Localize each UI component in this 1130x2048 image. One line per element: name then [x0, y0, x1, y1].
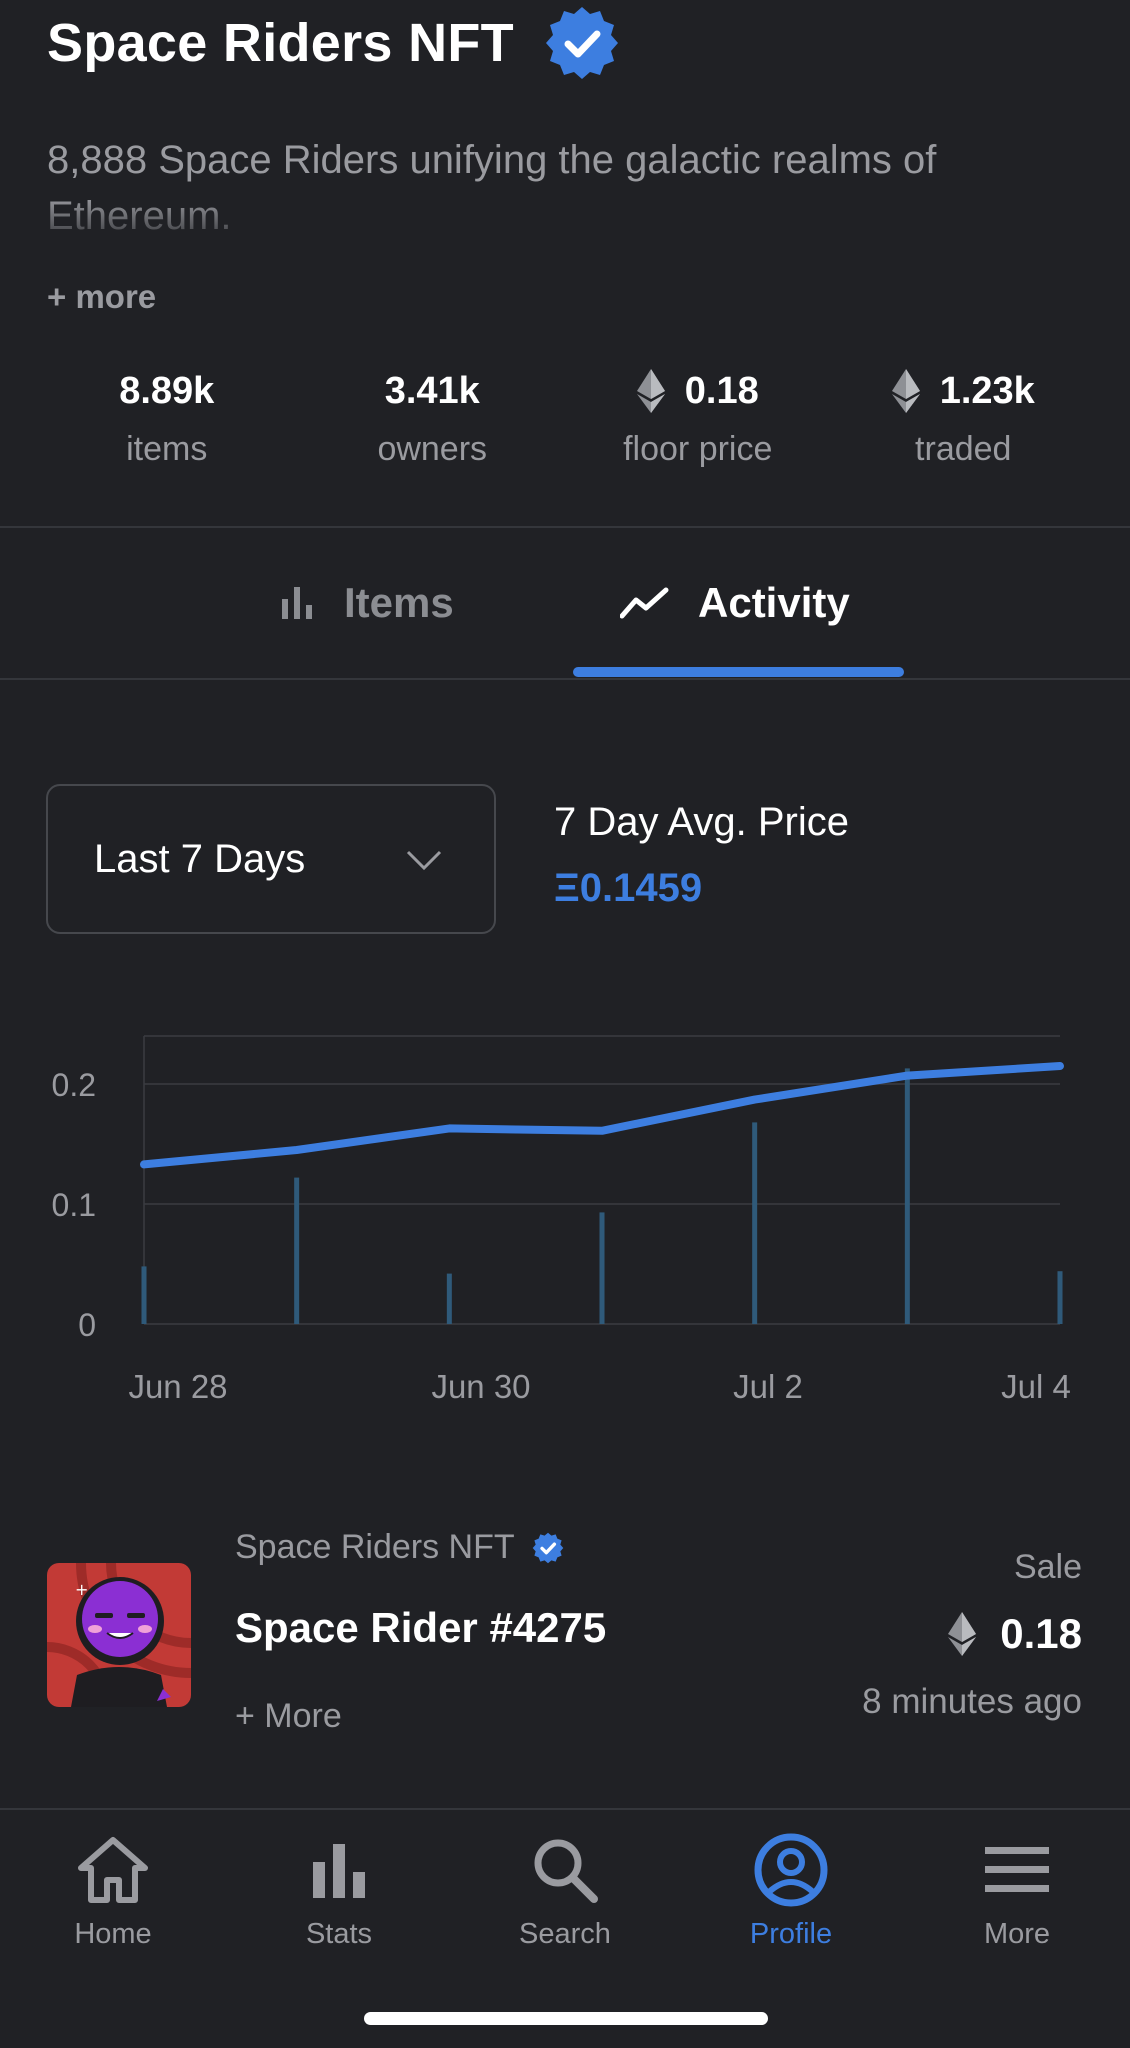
nav-home[interactable]: Home: [0, 1830, 226, 1951]
stat-label: items: [126, 430, 208, 468]
volume-bar: [446, 1273, 452, 1324]
time-range-select[interactable]: Last 7 Days: [46, 784, 496, 934]
stat-value: 3.41k: [384, 369, 480, 412]
volume-bar: [141, 1266, 147, 1324]
stat-label: owners: [377, 430, 488, 468]
stat-value: 1.23k: [891, 366, 1035, 416]
y-tick-label: 0.2: [52, 1067, 96, 1103]
home-icon: [78, 1837, 148, 1903]
x-tick-label: Jun 30: [431, 1368, 530, 1405]
trend-line-icon: [620, 587, 669, 619]
nav-label: Stats: [305, 1918, 373, 1950]
more-description-link[interactable]: + more: [47, 278, 156, 316]
nav-label: Home: [74, 1918, 152, 1950]
nav-label: Search: [519, 1918, 611, 1950]
verified-badge-icon: [545, 7, 618, 79]
svg-text:+: +: [75, 1580, 88, 1599]
page-title: Space Riders NFT: [47, 13, 514, 73]
y-tick-label: 0: [78, 1307, 96, 1343]
stat-value: 0.18: [636, 366, 759, 416]
home-indicator: [364, 2012, 768, 2025]
x-tick-label: Jul 2: [733, 1368, 803, 1405]
space-rider-image: +: [47, 1563, 191, 1707]
nft-thumbnail[interactable]: +: [47, 1563, 191, 1707]
search-icon: [534, 1839, 598, 1903]
nav-profile[interactable]: Profile: [678, 1830, 904, 1951]
collection-stats: 8.89k items 3.41k owners 0.18 floor pric…: [34, 366, 1096, 476]
volume-bar: [1057, 1271, 1063, 1324]
price-chart: 0.2 0.1 0 Jun 28 Jun 30 Jul 2 Jul 4: [52, 1035, 1071, 1405]
avg-price-label: 7 Day Avg. Price: [554, 800, 849, 844]
time-range-value: Last 7 Days: [94, 836, 306, 881]
volume-bar: [599, 1212, 605, 1324]
activity-collection[interactable]: Space Riders NFT: [235, 1528, 565, 1567]
activity-time: 8 minutes ago: [862, 1682, 1082, 1721]
profile-icon: [754, 1833, 828, 1907]
ethereum-icon: [636, 369, 665, 413]
stat-label: floor price: [623, 430, 773, 468]
activity-price: 0.18: [948, 1610, 1082, 1658]
volume-bar: [294, 1177, 300, 1324]
divider: [0, 678, 1130, 680]
activity-more-link[interactable]: + More: [235, 1697, 342, 1736]
price-line: [140, 1062, 1064, 1169]
volume-bar: [752, 1122, 758, 1324]
x-tick-label: Jul 4: [1001, 1368, 1071, 1405]
stat-floor-price: 0.18 floor price: [565, 366, 831, 476]
stat-label: traded: [915, 430, 1012, 468]
ethereum-icon: [891, 369, 920, 413]
ethereum-icon: [948, 1612, 977, 1656]
avg-price-value: Ξ0.1459: [554, 866, 703, 910]
tab-activity[interactable]: Activity: [620, 570, 850, 636]
collection-header: Space Riders NFT: [47, 7, 622, 79]
stat-items: 8.89k items: [34, 366, 300, 476]
activity-item-name[interactable]: Space Rider #4275: [235, 1604, 606, 1652]
volume-bar: [904, 1068, 910, 1324]
nav-label: More: [983, 1918, 1051, 1950]
collection-description: 8,888 Space Riders unifying the galactic…: [47, 138, 937, 238]
stats-icon: [313, 1844, 365, 1898]
stat-value: 8.89k: [119, 369, 215, 412]
nav-more[interactable]: More: [904, 1830, 1130, 1951]
bar-chart-icon: [282, 587, 312, 619]
divider: [0, 526, 1130, 528]
menu-icon: [985, 1847, 1049, 1892]
active-tab-indicator: [573, 667, 904, 677]
nav-search[interactable]: Search: [452, 1830, 678, 1951]
y-tick-label: 0.1: [52, 1187, 96, 1223]
nav-stats[interactable]: Stats: [226, 1830, 452, 1951]
verified-badge-icon: [532, 1532, 563, 1563]
chevron-down-icon: [406, 850, 442, 871]
nav-label: Profile: [749, 1918, 833, 1950]
tab-items[interactable]: Items: [280, 570, 454, 636]
activity-type: Sale: [1013, 1548, 1082, 1586]
stat-traded: 1.23k traded: [831, 366, 1097, 476]
x-tick-label: Jun 28: [128, 1368, 227, 1405]
stat-owners: 3.41k owners: [300, 366, 566, 476]
